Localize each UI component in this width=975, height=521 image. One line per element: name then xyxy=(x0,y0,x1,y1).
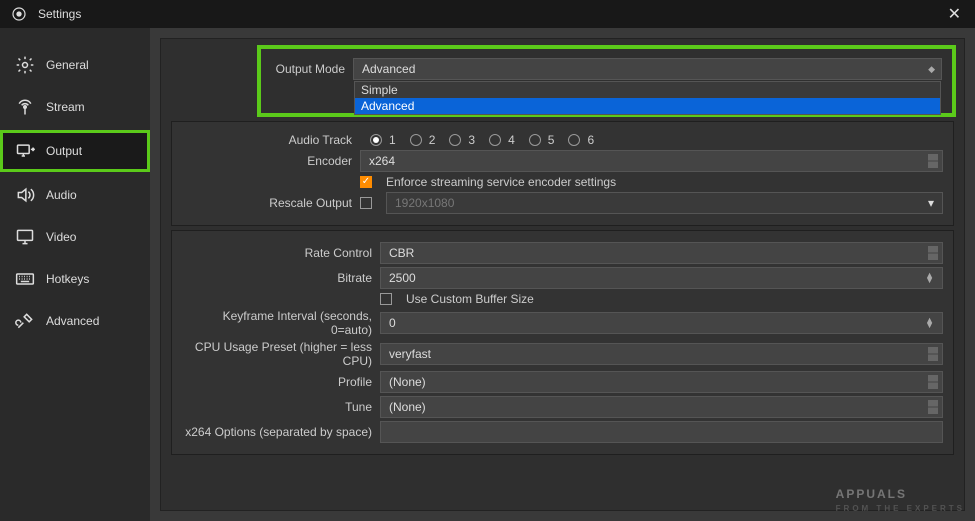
rescale-checkbox[interactable] xyxy=(360,197,372,209)
keyframe-input[interactable]: 0▲▼ xyxy=(380,312,943,334)
sidebar-item-stream[interactable]: Stream xyxy=(0,86,150,128)
x264-opts-label: x264 Options (separated by space) xyxy=(182,425,372,439)
monitor-icon xyxy=(14,226,36,248)
output-mode-label: Output Mode xyxy=(271,62,345,76)
profile-select[interactable]: (None) xyxy=(380,371,943,393)
cpu-preset-select[interactable]: veryfast xyxy=(380,343,943,365)
sidebar-label: Output xyxy=(46,144,82,158)
output-mode-select[interactable]: Advanced ◆ Simple Advanced xyxy=(353,58,942,80)
audio-track-radio-1[interactable] xyxy=(370,134,382,146)
output-mode-value: Advanced xyxy=(362,62,415,76)
bitrate-input[interactable]: 2500▲▼ xyxy=(380,267,943,289)
sidebar-item-output[interactable]: Output xyxy=(0,130,150,172)
sidebar-item-general[interactable]: General xyxy=(0,44,150,86)
audio-track-group: 1 2 3 4 5 6 xyxy=(360,133,594,147)
sidebar-label: Audio xyxy=(46,188,77,202)
sidebar-label: Advanced xyxy=(46,314,99,328)
antenna-icon xyxy=(14,96,36,118)
sidebar-label: Video xyxy=(46,230,76,244)
audio-track-radio-3[interactable] xyxy=(449,134,461,146)
sidebar-label: Stream xyxy=(46,100,85,114)
spinner-icon[interactable]: ▲▼ xyxy=(925,318,934,329)
sidebar-item-audio[interactable]: Audio xyxy=(0,174,150,216)
enforce-label: Enforce streaming service encoder settin… xyxy=(386,175,616,189)
tune-select[interactable]: (None) xyxy=(380,396,943,418)
sidebar-item-video[interactable]: Video xyxy=(0,216,150,258)
option-advanced[interactable]: Advanced xyxy=(355,98,940,114)
sidebar-item-advanced[interactable]: Advanced xyxy=(0,300,150,342)
custom-buffer-checkbox[interactable] xyxy=(380,293,392,305)
rate-control-select[interactable]: CBR xyxy=(380,242,943,264)
encoder-select[interactable]: x264 xyxy=(360,150,943,172)
cpu-preset-label: CPU Usage Preset (higher = less CPU) xyxy=(182,340,372,368)
audio-track-radio-5[interactable] xyxy=(529,134,541,146)
tools-icon xyxy=(14,310,36,332)
rescale-label: Rescale Output xyxy=(182,196,352,210)
obs-logo-icon xyxy=(8,3,30,25)
x264-opts-input[interactable] xyxy=(380,421,943,443)
output-mode-highlight: Output Mode Advanced ◆ Simple Advanced S… xyxy=(257,45,956,117)
tune-label: Tune xyxy=(182,400,372,414)
option-simple[interactable]: Simple xyxy=(355,82,940,98)
audio-track-radio-2[interactable] xyxy=(410,134,422,146)
window-title: Settings xyxy=(38,7,81,21)
close-icon[interactable]: ✕ xyxy=(942,2,967,26)
chevron-down-icon: ▾ xyxy=(928,196,934,210)
bitrate-label: Bitrate xyxy=(182,271,372,285)
keyboard-icon xyxy=(14,268,36,290)
rate-control-label: Rate Control xyxy=(182,246,372,260)
keyframe-label: Keyframe Interval (seconds, 0=auto) xyxy=(182,309,372,337)
rescale-input: 1920x1080▾ xyxy=(386,192,943,214)
monitor-out-icon xyxy=(14,140,36,162)
encoder-label: Encoder xyxy=(182,154,352,168)
custom-buffer-label: Use Custom Buffer Size xyxy=(406,292,534,306)
output-mode-dropdown: Simple Advanced xyxy=(354,81,941,115)
sidebar-label: Hotkeys xyxy=(46,272,89,286)
settings-sidebar: General Stream Output Audio Video Hotkey… xyxy=(0,28,150,521)
profile-label: Profile xyxy=(182,375,372,389)
speaker-icon xyxy=(14,184,36,206)
audio-track-radio-4[interactable] xyxy=(489,134,501,146)
enforce-checkbox[interactable] xyxy=(360,176,372,188)
spinner-icon[interactable]: ▲▼ xyxy=(925,273,934,284)
chevron-icon: ◆ xyxy=(928,64,935,75)
sidebar-item-hotkeys[interactable]: Hotkeys xyxy=(0,258,150,300)
audio-track-radio-6[interactable] xyxy=(568,134,580,146)
audio-track-label: Audio Track xyxy=(182,133,352,147)
gear-icon xyxy=(14,54,36,76)
sidebar-label: General xyxy=(46,58,89,72)
